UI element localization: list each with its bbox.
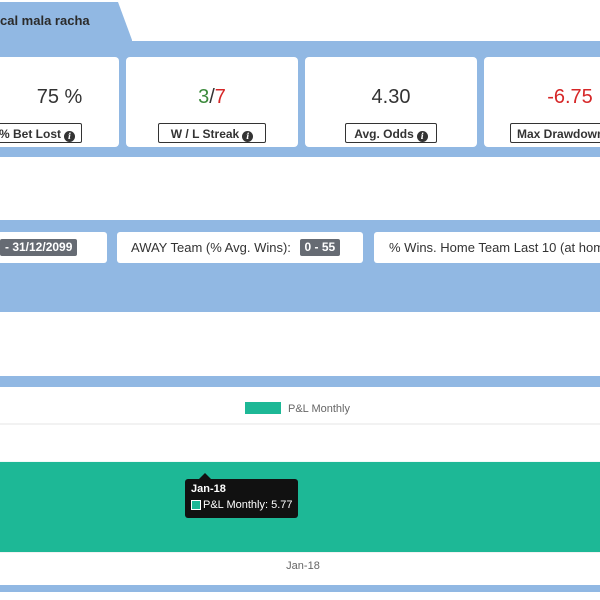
avg-odds-label-text: Avg. Odds bbox=[354, 127, 414, 141]
home-team-filter[interactable]: % Wins. Home Team Last 10 (at home) bbox=[374, 232, 600, 263]
bet-lost-label-text: % Bet Lost bbox=[0, 127, 61, 141]
wl-streak-value: 3/7 bbox=[126, 85, 298, 109]
chart-tooltip: Jan-18 P&L Monthly: 5.77 bbox=[185, 473, 298, 518]
info-icon[interactable]: i bbox=[64, 131, 75, 142]
tooltip-value: 5.77 bbox=[271, 499, 293, 511]
stat-card-avg-odds: 4.30 Avg. Odds i bbox=[305, 57, 477, 147]
tooltip-series-name: P&L Monthly bbox=[203, 499, 265, 511]
x-tick-label: Jan-18 bbox=[286, 560, 320, 572]
legend-label: P&L Monthly bbox=[288, 403, 350, 415]
max-drawdown-label-text: Max Drawdown bbox=[517, 127, 600, 141]
filters-panel: - 31/12/2099 AWAY Team (% Avg. Wins): 0 … bbox=[0, 220, 600, 312]
stat-card-wl-streak: 3/7 W / L Streak i bbox=[126, 57, 298, 147]
losses-streak-value: 7 bbox=[214, 86, 226, 108]
max-drawdown-value: -6.75 bbox=[547, 86, 593, 108]
date-range-filter[interactable]: - 31/12/2099 bbox=[0, 232, 107, 263]
bar-p-and-l-monthly bbox=[0, 461, 600, 552]
away-team-range-badge: 0 - 55 bbox=[299, 239, 341, 256]
tooltip-row: P&L Monthly: 5.77 bbox=[191, 497, 293, 513]
tooltip-title: Jan-18 bbox=[191, 483, 226, 495]
wl-streak-label-text: W / L Streak bbox=[170, 127, 240, 141]
bet-lost-label[interactable]: % Bet Lost i bbox=[0, 123, 82, 143]
home-team-label: % Wins. Home Team Last 10 (at home) bbox=[389, 240, 600, 255]
chart-area: P&L Monthly Jan-18 Jan-18 P&L Monthly: 5.… bbox=[0, 387, 600, 585]
info-icon[interactable]: i bbox=[242, 131, 254, 142]
away-team-filter[interactable]: AWAY Team (% Avg. Wins): 0 - 55 bbox=[117, 232, 363, 263]
wins-streak-value: 3 bbox=[198, 86, 210, 108]
stat-card-bet-lost: 75 % % Bet Lost i bbox=[0, 57, 119, 147]
stats-panel: 75 % % Bet Lost i 3/7 W / L Streak i 4.30 … bbox=[0, 45, 600, 157]
chart-panel: P&L Monthly Jan-18 Jan-18 P&L Monthly: 5.… bbox=[0, 376, 600, 592]
wl-streak-label[interactable]: W / L Streak i bbox=[158, 123, 266, 143]
tab-title[interactable]: cal mala racha bbox=[0, 13, 90, 33]
max-drawdown-label[interactable]: Max Drawdown bbox=[510, 123, 600, 143]
date-range-badge: - 31/12/2099 bbox=[0, 239, 78, 256]
pl-monthly-chart: P&L Monthly Jan-18 bbox=[0, 402, 600, 572]
info-icon[interactable]: i bbox=[416, 131, 428, 142]
stat-card-max-drawdown: -6.75 Max Drawdown bbox=[484, 57, 600, 147]
avg-odds-label[interactable]: Avg. Odds i bbox=[345, 123, 437, 143]
tooltip-swatch bbox=[191, 500, 201, 510]
bet-lost-value: 75 % bbox=[36, 86, 83, 108]
away-team-label: AWAY Team (% Avg. Wins): bbox=[131, 240, 291, 255]
avg-odds-value: 4.30 bbox=[371, 86, 411, 108]
legend-swatch bbox=[245, 402, 281, 414]
